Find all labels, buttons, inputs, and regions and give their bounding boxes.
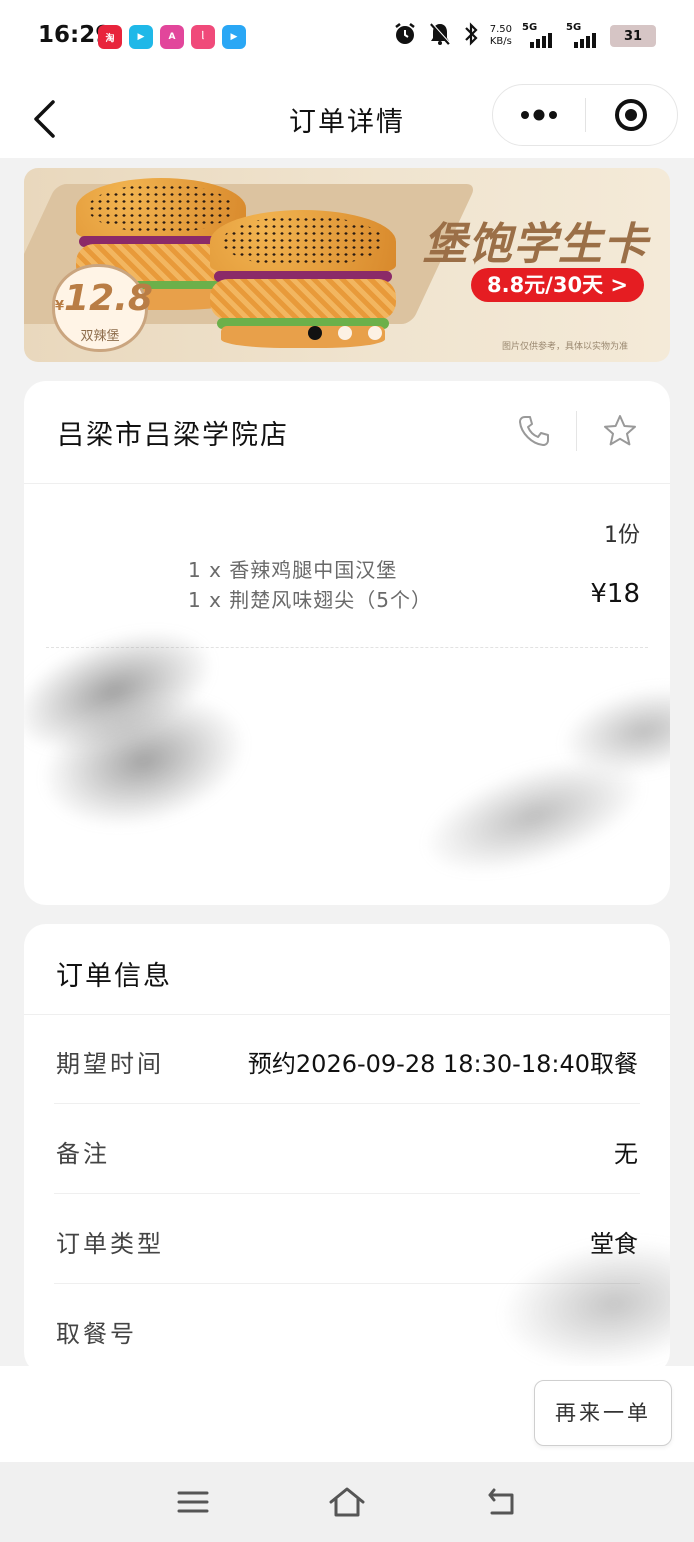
signal-5g-2: 5G [566,20,600,52]
bluetooth-icon [462,21,480,51]
nav-header: 订单详情 [0,76,694,158]
info-row-label: 备注 [56,1140,110,1168]
call-store-button[interactable] [514,411,554,451]
status-indicators: 7.50 KB/s 5G 5G 31 [392,20,656,52]
system-nav-bar [0,1462,694,1542]
info-row-label: 期望时间 [56,1050,164,1078]
more-button[interactable] [493,85,585,145]
carousel-dot[interactable] [368,326,382,340]
store-header-divider [24,483,670,484]
notification-app-icons: 淘 ▶ A ᥣ ▶ [98,25,246,49]
info-row-label: 订单类型 [56,1230,164,1258]
signal-5g-1: 5G [522,20,556,52]
order-info-title: 订单信息 [56,961,172,992]
system-home-button[interactable] [325,1480,369,1524]
signal-label: 5G [566,22,582,33]
app-icon-red: 淘 [98,25,122,49]
order-item: 1 x 香辣鸡腿中国汉堡 [188,558,398,582]
battery-indicator: 31 [610,25,656,47]
banner-cta-button[interactable]: 8.8元/30天 > [470,268,644,302]
app-icon-pink: ᥣ [191,25,215,49]
bottom-action-bar: 再来一单 [0,1366,694,1462]
signal-label: 5G [522,22,538,33]
badge-currency: ¥ [55,299,65,314]
star-icon [604,415,636,446]
return-icon [488,1488,514,1515]
info-row-expected-time: 期望时间 预约2026-09-28 18:30-18:40取餐 [54,1014,640,1104]
order-items-list: 1 x 香辣鸡腿中国汉堡 1 x 荆楚风味翅尖（5个） [188,555,432,615]
carousel-dots [308,326,382,340]
mute-bell-icon [428,21,452,51]
promo-banner[interactable]: ¥12.8 双辣堡 堡饱学生卡 8.8元/30天 > 图片仅供参考，具体以实物为… [24,168,670,362]
favorite-store-button[interactable] [600,411,640,451]
alarm-icon [392,21,418,51]
badge-price: ¥12.8 [55,275,153,331]
icon-divider [576,411,577,451]
carousel-dot[interactable] [338,326,352,340]
carousel-dot[interactable] [308,326,322,340]
order-info-card: 订单信息 期望时间 预约2026-09-28 18:30-18:40取餐 备注 … [24,924,670,1374]
order-item: 1 x 荆楚风味翅尖（5个） [188,588,432,612]
info-row-remark: 备注 无 [54,1104,640,1194]
app-icon-game: A [160,25,184,49]
system-menu-button[interactable] [171,1480,215,1524]
status-bar: 16:29 淘 ▶ A ᥣ ▶ 7.50 KB/s 5G 5G 31 [0,0,694,76]
info-row-value: 无 [614,1140,638,1168]
mini-program-capsule [492,84,678,146]
target-circle-icon [615,99,648,131]
phone-icon [519,416,549,446]
home-icon [329,1487,365,1517]
network-speed: 7.50 KB/s [490,24,512,48]
banner-disclaimer: 图片仅供参考，具体以实物为准 [501,342,628,352]
item-quantity: 1份 [604,523,640,548]
system-back-button[interactable] [479,1480,523,1524]
app-icon-video: ▶ [129,25,153,49]
signal-bars-icon [530,33,552,48]
badge-price-value: 12.8 [64,278,153,319]
price-badge: ¥12.8 双辣堡 [52,264,153,352]
network-speed-unit: KB/s [489,36,512,47]
info-row-value: 预约2026-09-28 18:30-18:40取餐 [247,1050,638,1078]
close-mini-program-button[interactable] [586,85,678,145]
signal-bars-icon [574,33,596,48]
network-speed-value: 7.50 [489,24,512,35]
store-card: 吕梁市吕梁学院店 1份 1 x 香辣鸡腿中国汉堡 1 x 荆楚风味翅尖（5个） … [24,381,670,905]
more-dots-icon [520,109,557,121]
app-icon-play: ▶ [222,25,246,49]
store-name: 吕梁市吕梁学院店 [57,420,289,451]
menu-icon [177,1491,209,1513]
banner-title: 堡饱学生卡 [423,219,648,270]
info-row-label: 取餐号 [56,1320,137,1348]
order-total-price: ¥18 [590,579,640,609]
reorder-button[interactable]: 再来一单 [534,1380,672,1446]
